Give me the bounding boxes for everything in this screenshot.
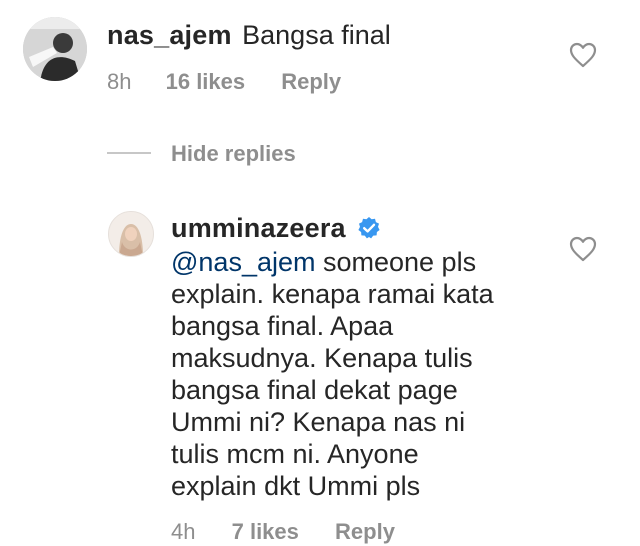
reply-avatar[interactable] <box>108 211 154 257</box>
comment-text: Bangsa final <box>242 20 391 50</box>
reply-username-row: umminazeera <box>171 213 346 244</box>
like-heart-icon[interactable] <box>569 42 597 68</box>
reply-likes[interactable]: 7 likes <box>232 519 299 544</box>
reply-line: explain dkt Ummi pls <box>171 471 421 501</box>
commenter-avatar[interactable] <box>23 17 87 81</box>
reply-line: explain. kenapa ramai kata <box>171 279 494 309</box>
replies-divider <box>107 152 151 154</box>
comment-line: nas_ajem Bangsa final <box>107 19 391 51</box>
comment-meta: 8h 16 likes Reply <box>107 69 341 95</box>
hide-replies-button[interactable]: Hide replies <box>171 141 296 167</box>
reply-line: Ummi ni? Kenapa nas ni <box>171 407 466 437</box>
user-photo-avatar-icon <box>23 17 87 81</box>
comment-username[interactable]: nas_ajem <box>107 20 232 50</box>
comment-reply-button[interactable]: Reply <box>281 69 341 94</box>
comment-time: 8h <box>107 69 132 94</box>
user-photo-avatar-icon <box>109 212 153 256</box>
reply-line: @nas_ajem someone pls <box>171 247 477 277</box>
reply-line: bangsa final dekat page <box>171 375 458 405</box>
reply-username[interactable]: umminazeera <box>171 213 346 243</box>
reply-meta: 4h 7 likes Reply <box>171 519 395 545</box>
reply-line: tulis mcm ni. Anyone <box>171 439 419 469</box>
reply-reply-button[interactable]: Reply <box>335 519 395 544</box>
verified-badge-icon <box>357 216 381 240</box>
reply-time: 4h <box>171 519 196 544</box>
reply-text: @nas_ajem someone pls explain. kenapa ra… <box>171 246 551 502</box>
like-heart-icon[interactable] <box>569 236 597 262</box>
reply-line: maksudnya. Kenapa tulis <box>171 343 473 373</box>
reply-line: bangsa final. Apaa <box>171 311 394 341</box>
reply-mention[interactable]: @nas_ajem <box>171 247 315 277</box>
comment-likes[interactable]: 16 likes <box>166 69 246 94</box>
